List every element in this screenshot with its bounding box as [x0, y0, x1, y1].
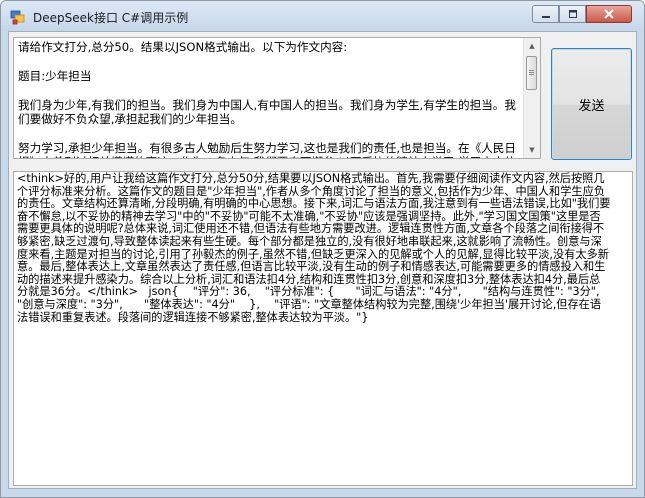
close-icon	[604, 9, 614, 19]
maximize-icon	[568, 10, 577, 18]
app-window-icon	[10, 9, 26, 25]
prompt-input[interactable]: 请给作文打分,总分50。结果以JSON格式输出。以下为作文内容: 题目:少年担当…	[13, 37, 541, 159]
result-text[interactable]: <think>好的,用户让我给这篇作文打分,总分50分,结果要以JSON格式输出…	[17, 172, 611, 324]
window-title: DeepSeek接口 C#调用示例	[33, 11, 189, 25]
send-button[interactable]: 发送	[551, 48, 632, 160]
close-button[interactable]	[586, 5, 632, 23]
scrollbar-thumb[interactable]	[526, 56, 537, 90]
minimize-icon	[541, 16, 550, 18]
scroll-up-arrow-icon[interactable]: ▲	[524, 38, 540, 54]
prompt-scrollbar[interactable]: ▲ ▼	[523, 38, 540, 158]
prompt-text[interactable]: 请给作文打分,总分50。结果以JSON格式输出。以下为作文内容: 题目:少年担当…	[18, 40, 523, 158]
minimize-button[interactable]	[532, 5, 559, 23]
title-bar[interactable]: DeepSeek接口 C#调用示例	[1, 1, 644, 31]
main-window: DeepSeek接口 C#调用示例 请给作文打分,总分50。结果以JSON格式输…	[0, 0, 645, 498]
client-area: 请给作文打分,总分50。结果以JSON格式输出。以下为作文内容: 题目:少年担当…	[8, 31, 637, 489]
scroll-down-arrow-icon[interactable]: ▼	[524, 142, 540, 158]
result-output[interactable]: <think>好的,用户让我给这篇作文打分,总分50分,结果要以JSON格式输出…	[13, 171, 633, 486]
maximize-button[interactable]	[559, 5, 586, 23]
